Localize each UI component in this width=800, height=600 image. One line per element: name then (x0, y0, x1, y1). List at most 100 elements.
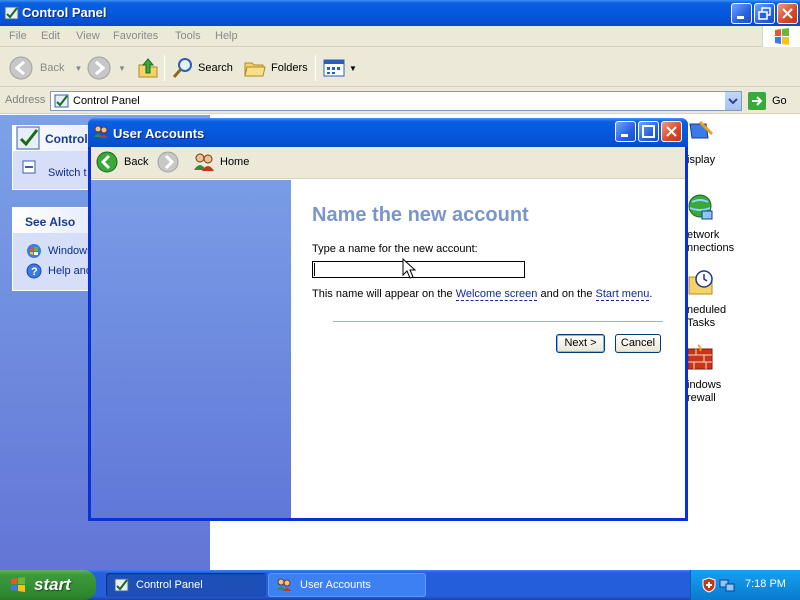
see-also-help-link[interactable]: Help and (48, 265, 92, 277)
page-title: Name the new account (312, 204, 529, 226)
minimize-icon (621, 134, 628, 137)
firewall-item[interactable] (686, 343, 716, 376)
forward-button[interactable]: ▼ (86, 55, 126, 81)
account-name-prompt: Type a name for the new account: (312, 243, 478, 255)
views-button[interactable]: ▼ (322, 55, 357, 81)
user-accounts-icon (94, 125, 108, 138)
up-folder-button[interactable] (136, 55, 160, 81)
ua-maximize-button[interactable] (638, 121, 659, 142)
switch-view-link[interactable]: Switch t (48, 167, 87, 179)
account-name-input[interactable] (312, 261, 525, 278)
network-label-2: nnections (687, 242, 735, 254)
network-tray-icon[interactable] (719, 577, 735, 593)
see-also-windows-link[interactable]: Windows (48, 245, 93, 257)
user-accounts-window: User Accounts Back Home Name the new acc… (88, 118, 688, 521)
go-button[interactable]: Go (748, 92, 787, 110)
menu-file[interactable]: File (9, 30, 27, 42)
note-prefix: This name will appear on the (312, 288, 456, 300)
minimize-button[interactable] (731, 3, 752, 24)
firewall-icon (687, 344, 713, 370)
system-tray: 7:18 PM (690, 570, 800, 600)
user-accounts-small-icon (277, 578, 291, 591)
welcome-screen-link[interactable]: Welcome screen (455, 288, 538, 301)
address-value: Control Panel (73, 95, 140, 107)
text-caret (314, 263, 315, 276)
menu-bar: File Edit View Favorites Tools Help (0, 26, 800, 47)
user-accounts-navbar: Back Home (91, 147, 685, 179)
control-panel-small-icon (54, 94, 69, 108)
start-button[interactable]: start (0, 570, 96, 600)
go-arrow-icon (748, 92, 766, 110)
toolbar-separator (164, 55, 165, 81)
restore-button[interactable] (754, 3, 775, 24)
help-icon: ? (26, 263, 42, 279)
display-label: isplay (687, 154, 716, 166)
taskbar: start Control Panel User Accounts 7:18 P… (0, 570, 800, 600)
scheduled-tasks-label-1: neduled (687, 304, 727, 316)
security-shield-icon[interactable] (701, 577, 717, 593)
back-button[interactable]: Back ▼ (8, 55, 82, 81)
address-label: Address (5, 94, 46, 106)
see-also-title: See Also (25, 215, 76, 229)
note-suffix: . (649, 288, 653, 300)
control-panel-icon (4, 6, 19, 20)
ua-forward-button[interactable] (157, 151, 179, 173)
next-button[interactable]: Next > (556, 334, 605, 353)
folders-button[interactable]: Folders (243, 55, 308, 81)
cancel-button[interactable]: Cancel (615, 334, 661, 353)
user-accounts-titlebar[interactable]: User Accounts (88, 118, 688, 147)
go-label: Go (772, 95, 787, 107)
network-item[interactable] (686, 193, 716, 226)
scheduled-tasks-item[interactable] (686, 267, 716, 300)
control-panel-large-icon (16, 126, 40, 150)
taskbar-control-panel[interactable]: Control Panel (106, 573, 266, 597)
taskbar-user-accounts[interactable]: User Accounts (268, 573, 426, 597)
address-dropdown-button[interactable] (724, 92, 741, 110)
ua-minimize-button[interactable] (615, 121, 636, 142)
scheduled-tasks-icon (688, 270, 713, 295)
start-menu-link[interactable]: Start menu (595, 288, 650, 301)
control-panel-small-icon (114, 578, 129, 592)
views-dropdown-icon[interactable]: ▼ (349, 64, 357, 73)
forward-dropdown-icon[interactable]: ▼ (118, 64, 126, 73)
close-icon (666, 126, 677, 137)
back-arrow-icon (9, 56, 33, 80)
menu-edit[interactable]: Edit (41, 30, 60, 42)
back-label: Back (40, 62, 65, 74)
network-connections-icon (688, 194, 713, 220)
restore-icon (758, 7, 771, 20)
menu-tools[interactable]: Tools (175, 30, 201, 42)
back-dropdown-icon[interactable]: ▼ (74, 64, 82, 73)
menu-help[interactable]: Help (215, 30, 238, 42)
firewall-label-2: rewall (687, 392, 716, 404)
control-panel-titlebar[interactable]: Control Panel (0, 0, 800, 26)
user-accounts-title: User Accounts (113, 126, 205, 141)
ua-home-button[interactable]: Home (193, 151, 249, 173)
menu-view[interactable]: View (76, 30, 100, 42)
forward-arrow-icon (87, 56, 111, 80)
search-icon (172, 58, 192, 78)
forward-arrow-icon (157, 151, 179, 173)
maximize-icon (642, 125, 655, 138)
user-accounts-sidebar (91, 180, 291, 518)
svg-text:?: ? (31, 266, 38, 278)
search-label: Search (198, 62, 233, 74)
folders-label: Folders (271, 62, 308, 74)
ua-close-button[interactable] (661, 121, 682, 142)
windows-flag-icon (11, 577, 25, 592)
menu-favorites[interactable]: Favorites (113, 30, 158, 42)
search-button[interactable]: Search (171, 55, 233, 81)
switch-view-icon (22, 160, 36, 174)
close-button[interactable] (777, 3, 798, 24)
windows-flag-icon (775, 28, 789, 45)
address-field[interactable]: Control Panel (50, 91, 742, 111)
ua-home-label: Home (220, 156, 250, 168)
display-item[interactable] (686, 118, 716, 151)
close-icon (782, 8, 793, 19)
start-label: start (34, 575, 71, 594)
clock[interactable]: 7:18 PM (745, 578, 786, 590)
ua-back-button[interactable]: Back (96, 151, 148, 173)
windows-logo (762, 26, 800, 47)
back-arrow-icon (96, 151, 118, 173)
address-bar: Address Control Panel Go (0, 87, 800, 114)
